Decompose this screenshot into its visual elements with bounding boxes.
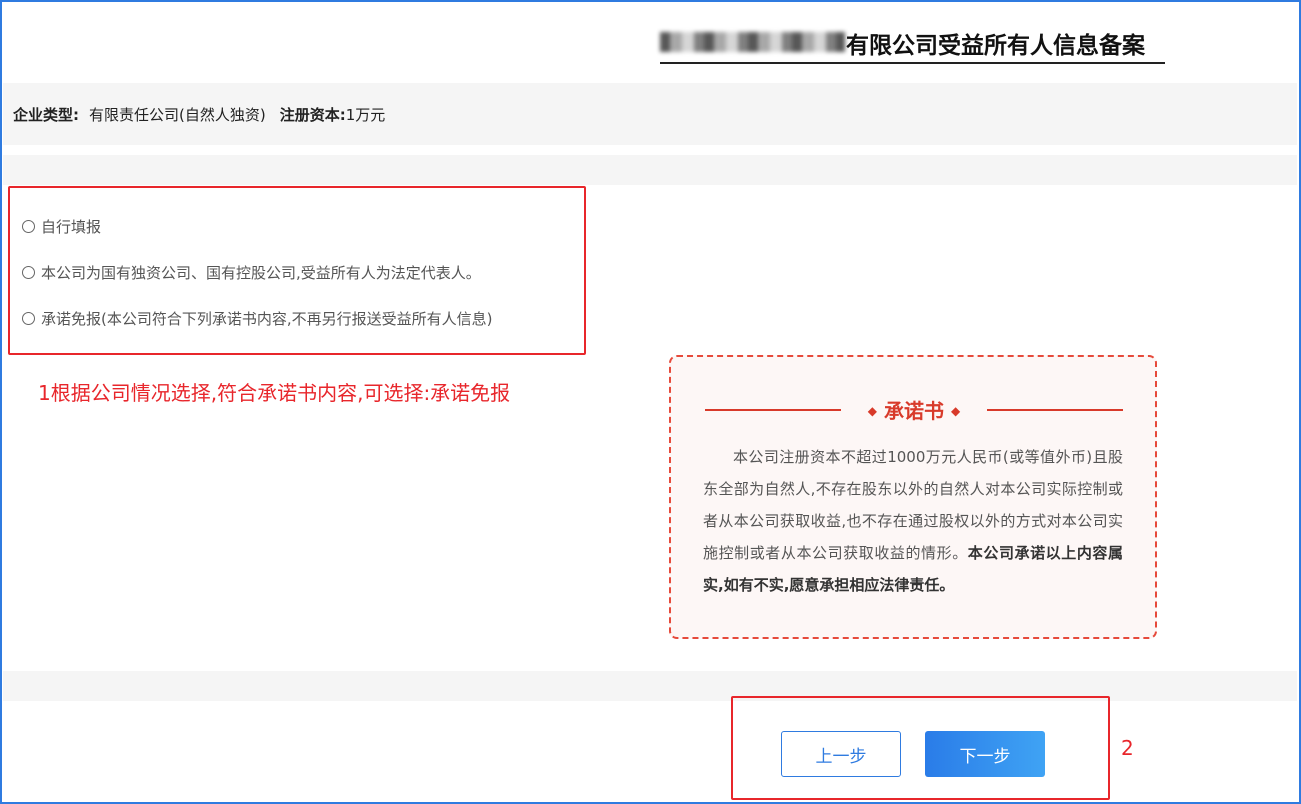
prev-step-button[interactable]: 上一步 — [781, 731, 901, 777]
option-pledge-exempt[interactable]: 承诺免报(本公司符合下列承诺书内容,不再另行报送受益所有人信息) — [22, 308, 492, 329]
annotation-step-2: 2 — [1121, 736, 1134, 760]
page-title-text: 有限公司受益所有人信息备案 — [846, 33, 1145, 59]
company-info-row: 企业类型: 有限责任公司(自然人独资) 注册资本:1万元 — [13, 104, 385, 125]
radio-button[interactable] — [22, 220, 35, 233]
page-title: 有限公司受益所有人信息备案 — [660, 22, 1165, 64]
option-label: 本公司为国有独资公司、国有控股公司,受益所有人为法定代表人。 — [41, 264, 481, 282]
redacted-company-name — [660, 32, 845, 52]
company-type-value: 有限责任公司(自然人独资) — [89, 106, 266, 124]
section-divider-band — [3, 155, 1297, 185]
option-state-owned[interactable]: 本公司为国有独资公司、国有控股公司,受益所有人为法定代表人。 — [22, 262, 481, 283]
company-type-label: 企业类型: — [13, 106, 79, 124]
pledge-body: 本公司注册资本不超过1000万元人民币(或等值外币)且股东全部为自然人,不存在股… — [703, 441, 1123, 601]
pledge-title: ◆ 承诺书 ◆ — [847, 395, 981, 424]
divider-line — [987, 409, 1123, 411]
pledge-title-text: 承诺书 — [884, 399, 944, 423]
diamond-icon: ◆ — [950, 404, 961, 418]
next-step-button[interactable]: 下一步 — [925, 731, 1045, 777]
option-label: 承诺免报(本公司符合下列承诺书内容,不再另行报送受益所有人信息) — [41, 310, 493, 328]
option-self-fill[interactable]: 自行填报 — [22, 216, 101, 237]
registered-capital-label: 注册资本: — [279, 106, 346, 124]
radio-button[interactable] — [22, 312, 35, 325]
option-label: 自行填报 — [41, 218, 102, 236]
pledge-header: ◆ 承诺书 ◆ — [671, 395, 1155, 425]
diamond-icon: ◆ — [867, 404, 878, 418]
radio-button[interactable] — [22, 266, 35, 279]
pledge-card: ◆ 承诺书 ◆ 本公司注册资本不超过1000万元人民币(或等值外币)且股东全部为… — [669, 355, 1157, 639]
annotation-step-1: 1根据公司情况选择,符合承诺书内容,可选择:承诺免报 — [38, 381, 511, 405]
divider-line — [705, 409, 841, 411]
registered-capital-value: 1万元 — [345, 106, 386, 124]
